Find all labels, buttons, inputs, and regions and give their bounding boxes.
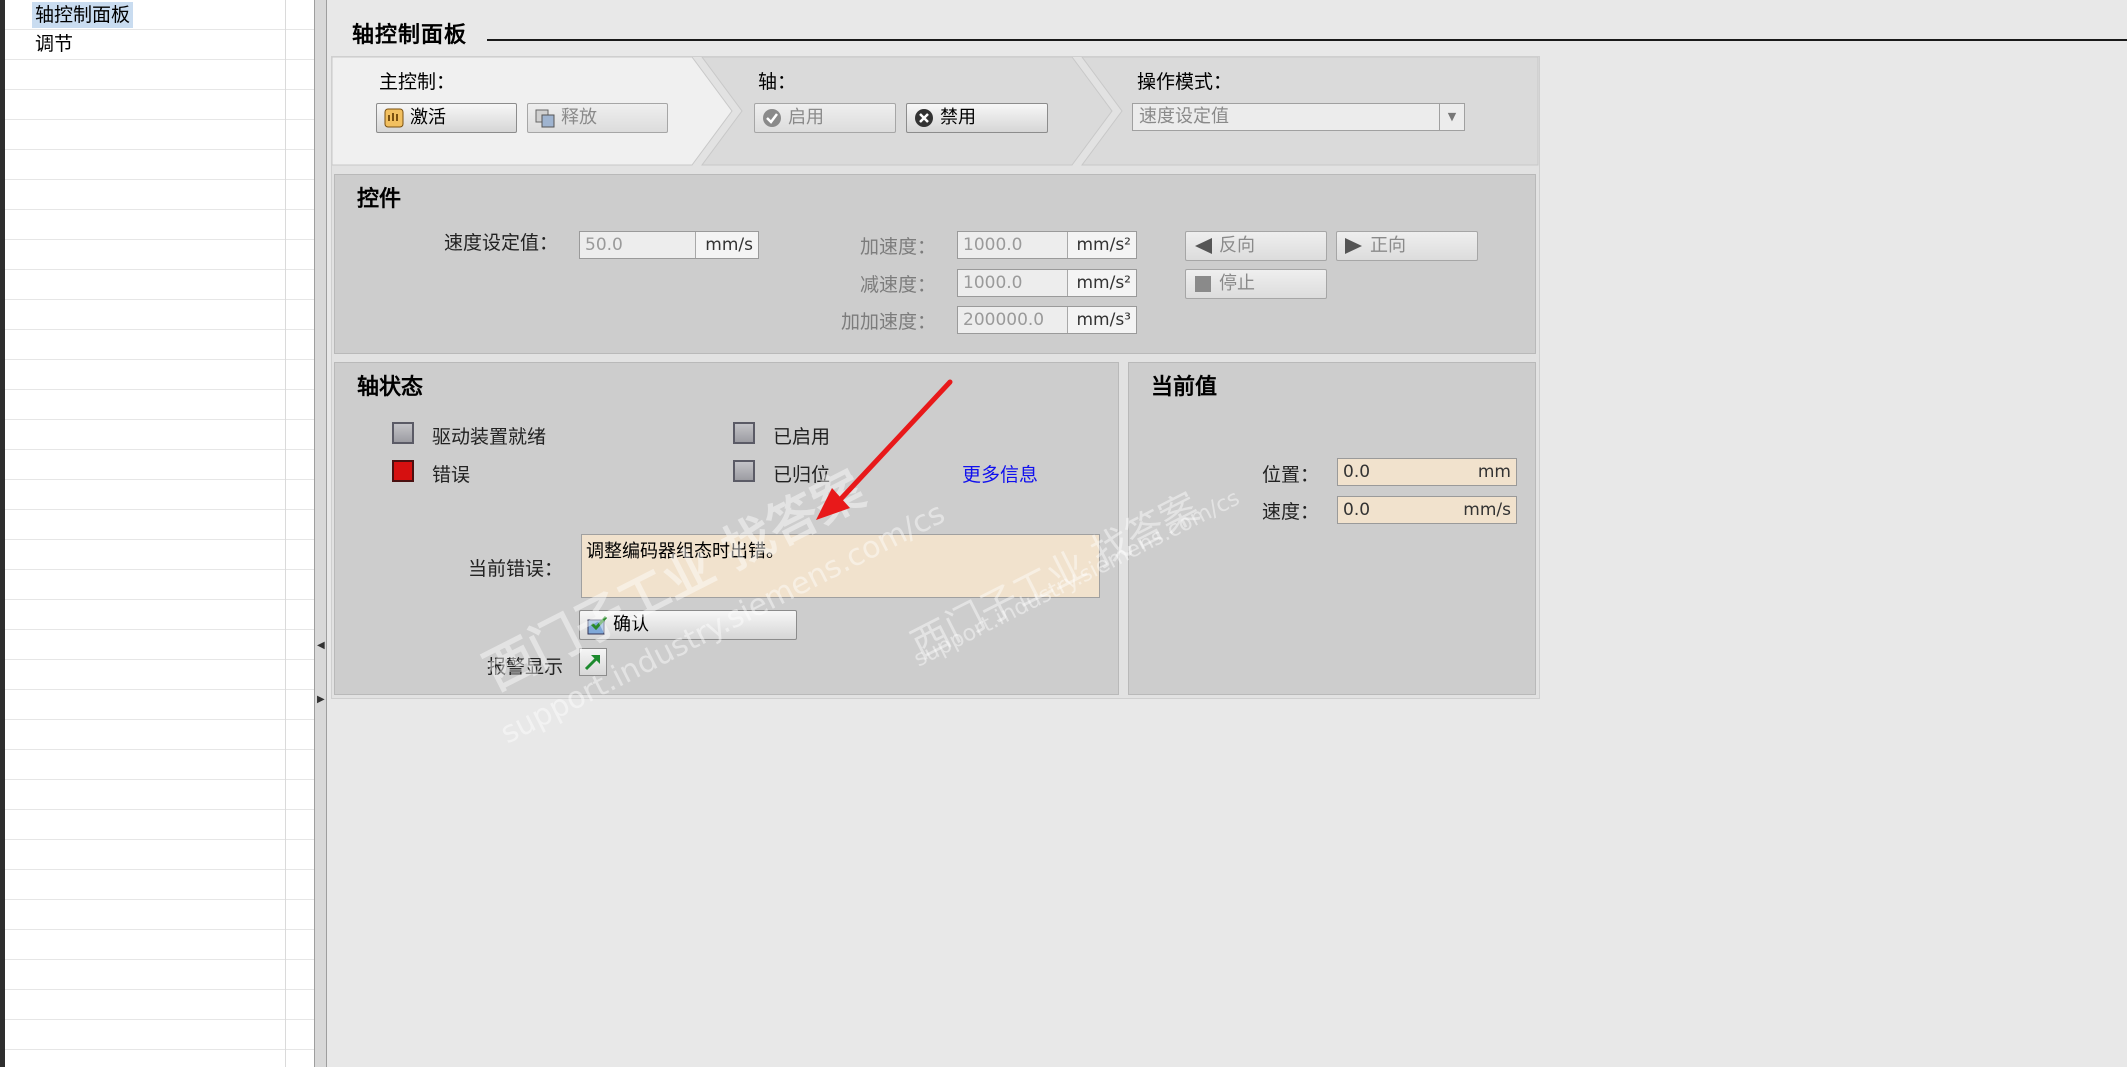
nav-item-tuning[interactable]: 调节 xyxy=(32,31,76,57)
velocity-setpoint-value: 50.0 xyxy=(585,235,623,255)
release-icon xyxy=(534,107,556,129)
chevron-down-icon[interactable]: ▼ xyxy=(1439,104,1464,130)
check-circle-icon xyxy=(761,107,783,129)
acknowledge-button[interactable]: 确认 xyxy=(579,610,797,640)
x-circle-icon xyxy=(913,107,935,129)
checklist-icon xyxy=(586,614,608,636)
current-error-box: 调整编码器组态时出错。 xyxy=(581,534,1100,598)
triangle-left-icon xyxy=(1192,235,1214,257)
current-error-label: 当前错误： xyxy=(468,558,564,580)
acceleration-field[interactable]: 1000.0 mm/s² xyxy=(957,231,1137,259)
acknowledge-label: 确认 xyxy=(613,614,649,635)
jerk-field[interactable]: 200000.0 mm/s³ xyxy=(957,306,1137,334)
splitter[interactable]: ◀ ▶ xyxy=(314,0,327,1067)
expand-right-icon[interactable]: ▶ xyxy=(317,694,325,706)
activate-button[interactable]: 激活 xyxy=(376,103,517,133)
axis-status-group xyxy=(334,362,1119,695)
enabled-led xyxy=(733,422,755,444)
operating-mode-value: 速度设定值 xyxy=(1139,106,1229,127)
release-label: 释放 xyxy=(561,107,597,128)
homed-led xyxy=(733,460,755,482)
stop-label: 停止 xyxy=(1219,273,1255,294)
jerk-label: 加加速度： xyxy=(840,311,936,333)
deceleration-label: 减速度： xyxy=(859,274,936,296)
disable-button[interactable]: 禁用 xyxy=(906,103,1048,133)
position-field: 0.0 mm xyxy=(1337,458,1517,486)
square-stop-icon xyxy=(1192,273,1214,295)
axis-label: 轴： xyxy=(758,71,797,93)
speed-field: 0.0 mm/s xyxy=(1337,496,1517,524)
acceleration-value: 1000.0 xyxy=(963,235,1023,255)
drive-ready-label: 驱动装置就绪 xyxy=(432,426,547,448)
alarm-display-label: 报警显示 xyxy=(487,656,564,678)
more-info-link[interactable]: 更多信息 xyxy=(962,460,1038,487)
controls-title: 控件 xyxy=(357,187,402,212)
disable-label: 禁用 xyxy=(940,107,976,128)
backward-button[interactable]: 反向 xyxy=(1185,231,1327,261)
alarm-display-button[interactable] xyxy=(579,648,607,676)
title-underline xyxy=(487,39,2127,41)
operating-mode-select[interactable]: 速度设定值 ▼ xyxy=(1132,103,1465,131)
current-values-title: 当前值 xyxy=(1151,375,1218,400)
nav-item-axis-control-panel[interactable]: 轴控制面板 xyxy=(32,2,134,28)
project-navigation: 轴控制面板 调节 xyxy=(5,0,314,1067)
position-value: 0.0 xyxy=(1343,462,1371,482)
triangle-right-icon xyxy=(1343,235,1365,257)
operating-mode-label: 操作模式： xyxy=(1137,71,1233,93)
master-control-label: 主控制： xyxy=(379,71,456,93)
acceleration-label: 加速度： xyxy=(859,236,936,258)
drive-ready-led xyxy=(392,422,414,444)
position-unit: mm xyxy=(1477,462,1511,482)
enable-label: 启用 xyxy=(788,107,824,128)
current-values-group xyxy=(1128,362,1536,695)
error-label: 错误 xyxy=(432,464,471,486)
speed-unit: mm/s xyxy=(1463,500,1511,520)
page-title: 轴控制面板 xyxy=(352,23,468,48)
velocity-setpoint-unit: mm/s xyxy=(695,232,758,258)
enable-button[interactable]: 启用 xyxy=(754,103,896,133)
forward-button[interactable]: 正向 xyxy=(1336,231,1478,261)
jerk-value: 200000.0 xyxy=(963,310,1045,330)
speed-label: 速度： xyxy=(1262,501,1320,523)
deceleration-field[interactable]: 1000.0 mm/s² xyxy=(957,269,1137,297)
stop-button[interactable]: 停止 xyxy=(1185,269,1327,299)
axis-status-title: 轴状态 xyxy=(357,375,424,400)
velocity-setpoint-label: 速度设定值： xyxy=(444,232,559,254)
open-arrow-icon xyxy=(582,651,604,673)
current-error-text: 调整编码器组态时出错。 xyxy=(586,541,784,562)
forward-label: 正向 xyxy=(1370,235,1406,256)
activate-label: 激活 xyxy=(410,107,446,128)
collapse-left-icon[interactable]: ◀ xyxy=(317,640,325,652)
nav-column-divider xyxy=(285,0,286,1067)
speed-value: 0.0 xyxy=(1343,500,1371,520)
error-led xyxy=(392,460,414,482)
deceleration-unit: mm/s² xyxy=(1067,270,1136,296)
jerk-unit: mm/s³ xyxy=(1067,307,1136,333)
hand-icon xyxy=(383,107,405,129)
deceleration-value: 1000.0 xyxy=(963,273,1023,293)
position-label: 位置： xyxy=(1262,464,1320,486)
acceleration-unit: mm/s² xyxy=(1067,232,1136,258)
annotation-arrow xyxy=(816,379,953,520)
velocity-setpoint-field[interactable]: 50.0 mm/s xyxy=(579,231,759,259)
release-button[interactable]: 释放 xyxy=(527,103,668,133)
nav-row-grid xyxy=(5,0,314,1067)
backward-label: 反向 xyxy=(1219,235,1255,256)
